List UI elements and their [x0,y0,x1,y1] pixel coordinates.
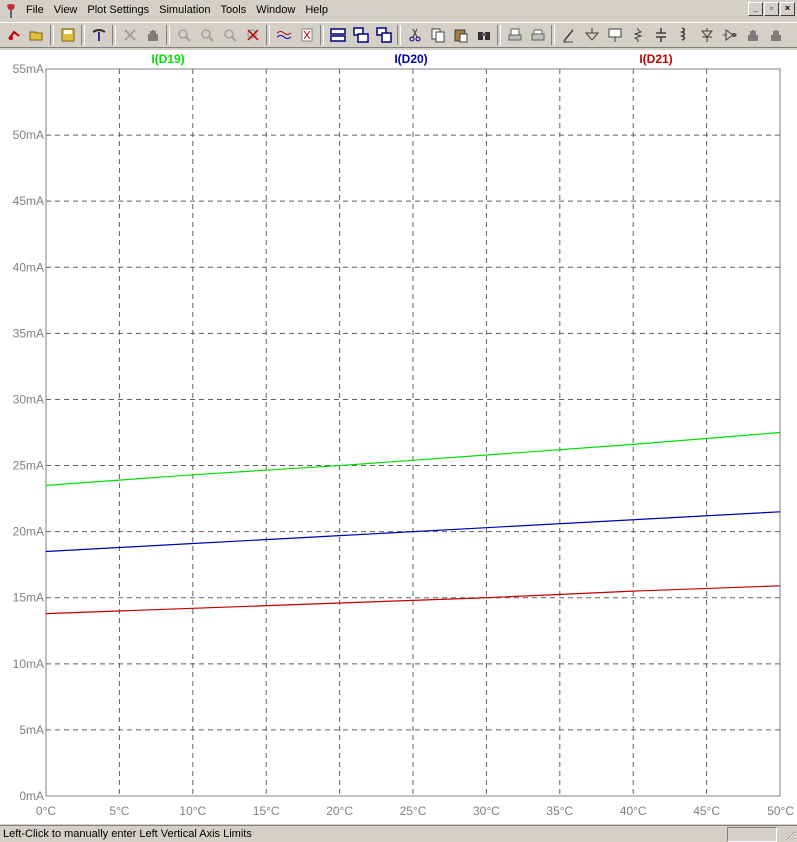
menu-plot-settings[interactable]: Plot Settings [82,0,154,21]
toolbar-separator [266,25,270,45]
x-tick-label[interactable]: 50°C [767,804,794,818]
minimize-icon[interactable]: _ [748,2,763,16]
y-tick-label[interactable]: 5mA [19,723,44,737]
toolbar-separator [497,25,501,45]
autorange-icon[interactable] [272,24,295,46]
open-icon[interactable] [25,24,48,46]
print-preview-icon[interactable] [503,24,526,46]
inductor-icon[interactable] [672,24,695,46]
status-bar: Left-Click to manually enter Left Vertic… [0,825,797,842]
wire-icon[interactable] [557,24,580,46]
x-axis-labels[interactable]: 0°C 5°C 10°C 15°C 20°C 25°C 30°C 35°C 40°C 45°C 50… [36,804,794,818]
cut-icon[interactable] [403,24,426,46]
tile-vertical-icon[interactable] [372,24,395,46]
y-axis-labels[interactable]: 0mA 5mA 10mA 15mA 20mA 25mA 30mA 35mA 40mA 45mA 50… [13,62,44,803]
menu-file[interactable]: File [21,0,49,21]
zoom-in-icon[interactable] [172,24,195,46]
halt-icon[interactable] [118,24,141,46]
y-tick-label[interactable]: 10mA [13,657,44,671]
toolbar-separator [551,25,555,45]
x-tick-label[interactable]: 15°C [253,804,280,818]
toolbar [0,22,797,48]
zoom-area-icon[interactable] [195,24,218,46]
y-tick-label[interactable]: 15mA [13,591,44,605]
y-tick-label[interactable]: 25mA [13,459,44,473]
x-tick-label[interactable]: 35°C [546,804,573,818]
print-icon[interactable] [526,24,549,46]
trace-labels: I(D19) I(D20) I(D21) [151,52,672,66]
copy-icon[interactable] [426,24,449,46]
capacitor-icon[interactable] [649,24,672,46]
trace-label[interactable]: I(D20) [394,52,427,66]
save-icon[interactable] [56,24,79,46]
menu-view[interactable]: View [49,0,83,21]
x-tick-label[interactable]: 40°C [620,804,647,818]
drag-icon[interactable] [764,24,787,46]
run-icon[interactable] [2,24,25,46]
x-tick-label[interactable]: 45°C [693,804,720,818]
waveform-plot[interactable]: 0mA 5mA 10mA 15mA 20mA 25mA 30mA 35mA 40mA 45mA 50… [0,50,797,824]
plot-grid [46,69,780,796]
x-tick-label[interactable]: 0°C [36,804,56,818]
trace-label[interactable]: I(D21) [639,52,672,66]
waveform-plot-window[interactable]: 0mA 5mA 10mA 15mA 20mA 25mA 30mA 35mA 40mA 45mA 50… [0,50,797,824]
status-panel [727,827,777,842]
pan-icon[interactable] [141,24,164,46]
ltspice-app-icon[interactable] [3,3,19,19]
y-tick-label[interactable]: 40mA [13,260,44,274]
x-tick-label[interactable]: 5°C [109,804,129,818]
menu-simulation[interactable]: Simulation [154,0,215,21]
menu-window[interactable]: Window [251,0,300,21]
toolbar-separator [166,25,170,45]
toolbar-separator [397,25,401,45]
menu-tools[interactable]: Tools [216,0,252,21]
close-icon[interactable]: × [780,2,795,16]
window-controls: _ ▫ × [748,2,795,16]
move-icon[interactable] [741,24,764,46]
toolbar-separator [81,25,85,45]
control-panel-icon[interactable] [87,24,110,46]
cascade-icon[interactable] [349,24,372,46]
x-tick-label[interactable]: 30°C [473,804,500,818]
resize-grip-icon[interactable] [784,829,796,841]
component-icon[interactable] [718,24,741,46]
restore-icon[interactable]: ▫ [764,2,779,16]
toolbar-separator [320,25,324,45]
y-tick-label[interactable]: 0mA [19,789,44,803]
y-tick-label[interactable]: 35mA [13,326,44,340]
toolbar-separator [50,25,54,45]
find-icon[interactable] [472,24,495,46]
zoom-fit-icon[interactable] [241,24,264,46]
paste-icon[interactable] [449,24,472,46]
ground-icon[interactable] [580,24,603,46]
y-tick-label[interactable]: 45mA [13,194,44,208]
zoom-out-icon[interactable] [218,24,241,46]
x-tick-label[interactable]: 10°C [179,804,206,818]
diode-icon[interactable] [695,24,718,46]
tile-horizontal-icon[interactable] [326,24,349,46]
menu-bar: File View Plot Settings Simulation Tools… [0,0,797,21]
x-tick-label[interactable]: 20°C [326,804,353,818]
resistor-icon[interactable] [626,24,649,46]
toolbar-separator [112,25,116,45]
y-tick-label[interactable]: 55mA [13,62,44,76]
status-text: Left-Click to manually enter Left Vertic… [3,828,252,840]
label-icon[interactable] [603,24,626,46]
y-tick-label[interactable]: 50mA [13,128,44,142]
delete-trace-icon[interactable] [295,24,318,46]
trace-label[interactable]: I(D19) [151,52,184,66]
y-tick-label[interactable]: 20mA [13,525,44,539]
x-tick-label[interactable]: 25°C [400,804,427,818]
y-tick-label[interactable]: 30mA [13,392,44,406]
menu-help[interactable]: Help [300,0,333,21]
